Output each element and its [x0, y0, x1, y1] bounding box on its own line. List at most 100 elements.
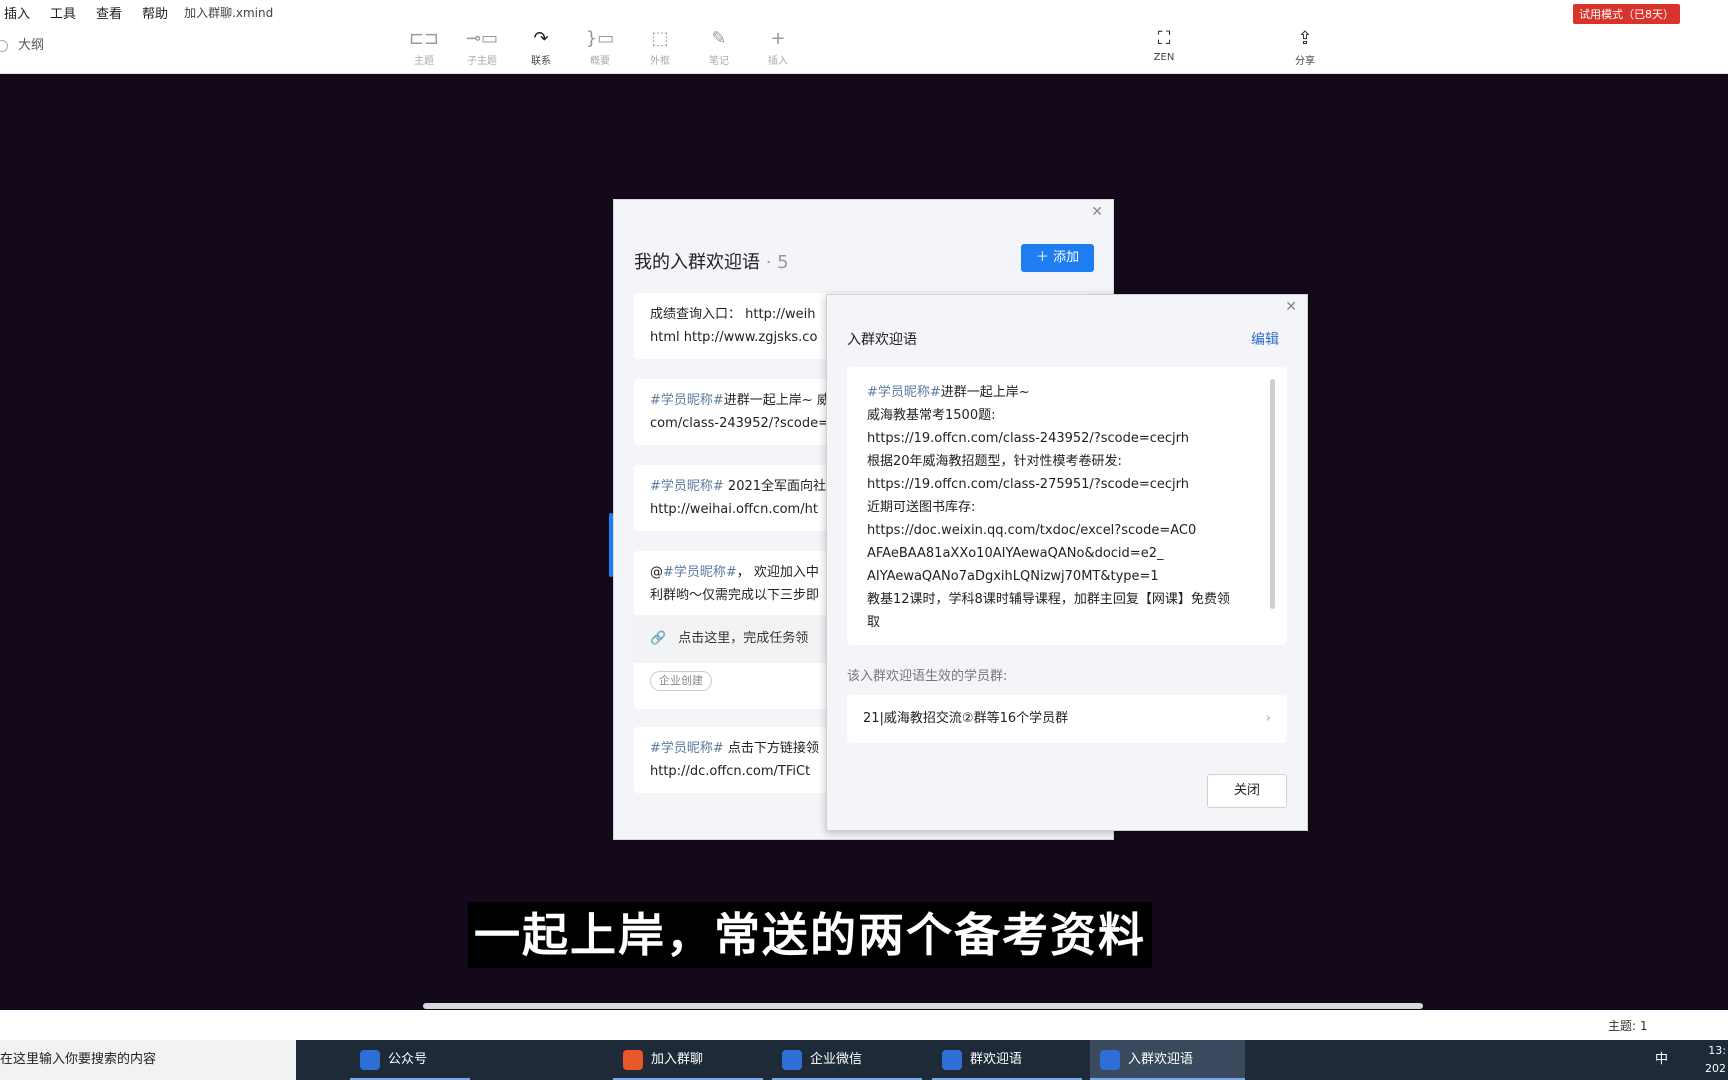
clock-time: 13: — [1708, 1044, 1726, 1057]
insert-button[interactable]: + 插入 — [754, 26, 802, 72]
share-icon: ⇪ — [1297, 28, 1313, 49]
taskbar-search[interactable]: 在这里输入你要搜索的内容 — [0, 1040, 296, 1080]
outline-label: 大纲 — [18, 38, 45, 53]
zen-label: ZEN — [1153, 52, 1175, 63]
share-button[interactable]: ⇪ 分享 — [1281, 26, 1329, 72]
menu-insert[interactable]: 插入 — [4, 3, 30, 22]
menu-tools[interactable]: 工具 — [50, 3, 76, 22]
video-subtitle: 一起上岸，常送的两个备考资料 — [468, 902, 1152, 968]
close-button[interactable]: 关闭 — [1207, 774, 1287, 808]
mention-prefix: @ — [650, 565, 663, 580]
task-join-group[interactable]: 加入群聊 — [613, 1040, 763, 1080]
add-button-label: 添加 — [1053, 250, 1080, 265]
content-line: https://19.offcn.com/class-243952/?scode… — [867, 431, 1189, 446]
task-label: 企业微信 — [810, 1052, 863, 1067]
content-line: #学员昵称#进群一起上岸~ — [867, 381, 1247, 404]
wecom-icon — [1100, 1050, 1120, 1070]
task-welcome-detail[interactable]: 入群欢迎语 — [1090, 1040, 1245, 1080]
content-line: 取 — [867, 615, 881, 630]
topic-label: 主题 — [414, 56, 434, 67]
note-label: 笔记 — [709, 56, 729, 67]
summary-label: 概要 — [590, 56, 610, 67]
file-name: 加入群聊.xmind — [184, 5, 274, 20]
share-label: 分享 — [1295, 56, 1315, 67]
summary-button[interactable]: }▭ 概要 — [576, 26, 624, 72]
task-label: 公众号 — [388, 1052, 428, 1067]
topic-button[interactable]: ⊏⊐ 主题 — [400, 26, 448, 72]
task-label: 入群欢迎语 — [1128, 1052, 1194, 1067]
add-button[interactable]: ＋ 添加 — [1021, 244, 1094, 272]
chevron-right-icon: › — [1265, 711, 1271, 726]
system-tray[interactable]: 中 — [1655, 1040, 1668, 1080]
trial-badge[interactable]: 试用模式（已8天） — [1573, 4, 1680, 24]
groups-value: 21|威海教招交流②群等16个学员群 — [863, 711, 1069, 726]
close-icon[interactable]: ✕ — [1091, 204, 1103, 220]
relationship-label: 联系 — [531, 56, 551, 67]
content-line: 根据20年威海教招题型，针对性模考卷研发: — [867, 454, 1122, 469]
message-text: ， 欢迎加入中 — [736, 565, 819, 580]
clock-date: 202 — [1705, 1062, 1726, 1075]
nickname-tag: #学员昵称# — [650, 479, 724, 494]
taskbar: 在这里输入你要搜索的内容 公众号 加入群聊 企业微信 群欢迎语 入群欢迎语 中 … — [0, 1040, 1728, 1080]
nickname-tag: #学员昵称# — [867, 385, 941, 400]
note-button[interactable]: ✎ 笔记 — [695, 26, 743, 72]
summary-icon: }▭ — [585, 28, 615, 49]
relationship-icon: ↷ — [533, 28, 549, 49]
boundary-button[interactable]: ⬚ 外框 — [636, 26, 684, 72]
task-group-welcome[interactable]: 群欢迎语 — [932, 1040, 1082, 1080]
dialog-title-text: 我的入群欢迎语 — [634, 252, 760, 273]
groups-row[interactable]: 21|威海教招交流②群等16个学员群 › — [847, 695, 1287, 743]
welcome-detail-dialog: ✕ 入群欢迎语 编辑 #学员昵称#进群一起上岸~ 威海教基常考1500题: ht… — [826, 294, 1308, 831]
edit-link[interactable]: 编辑 — [1251, 329, 1279, 349]
task-wecom[interactable]: 企业微信 — [772, 1040, 922, 1080]
topic-count: 主题: 1 — [1608, 1019, 1648, 1033]
plus-icon: + — [770, 28, 786, 49]
outline-icon — [0, 39, 8, 52]
detail-title: 入群欢迎语 — [847, 332, 917, 348]
task-label: 群欢迎语 — [970, 1052, 1023, 1067]
welcome-content[interactable]: #学员昵称#进群一起上岸~ 威海教基常考1500题: https://19.of… — [847, 367, 1287, 645]
menu-view[interactable]: 查看 — [96, 3, 122, 22]
xmind-icon — [623, 1050, 643, 1070]
subtopic-icon: ⊸▭ — [465, 28, 499, 49]
content-line: 教基12课时，学科8课时辅导课程，加群主回复【网课】免费领 — [867, 592, 1230, 607]
content-line: AFAeBAA81aXXo10AIYAewaQANo&docid=e2_ — [867, 546, 1164, 561]
toolbar: 大纲 ⊏⊐ 主题 ⊸▭ 子主题 ↷ 联系 }▭ 概要 ⬚ 外框 ✎ 笔记 + 插… — [0, 24, 1728, 74]
nickname-tag: #学员昵称# — [650, 741, 724, 756]
close-icon[interactable]: ✕ — [1285, 299, 1297, 315]
subtopic-label: 子主题 — [467, 56, 497, 67]
fullscreen-icon: ⛶ — [1157, 28, 1171, 49]
clock[interactable]: 13: 202 — [1705, 1042, 1726, 1078]
content-line: 威海教基常考1500题: — [867, 408, 996, 423]
insert-label: 插入 — [768, 56, 788, 67]
nickname-tag: #学员昵称# — [650, 393, 724, 408]
canvas-scrollbar[interactable] — [423, 1003, 1423, 1009]
note-icon: ✎ — [711, 28, 727, 49]
wecom-icon — [942, 1050, 962, 1070]
link-text: 点击这里，完成任务领 — [678, 631, 809, 646]
link-icon: 🔗 — [650, 631, 667, 646]
message-text: 进群一起上岸~ 威 — [723, 393, 830, 408]
message-text: 点击下方链接领 — [723, 741, 819, 756]
boundary-label: 外框 — [650, 56, 670, 67]
content-text: 进群一起上岸~ — [940, 385, 1030, 400]
task-label: 加入群聊 — [651, 1052, 704, 1067]
subtopic-button[interactable]: ⊸▭ 子主题 — [458, 26, 506, 72]
groups-label: 该入群欢迎语生效的学员群: — [847, 669, 1008, 684]
content-line: AIYAewaQANo7aDgxihLQNizwj70MT&type=1 — [867, 569, 1159, 584]
message-text: 2021全军面向社 — [723, 479, 827, 494]
wecom-icon — [782, 1050, 802, 1070]
relationship-button[interactable]: ↷ 联系 — [517, 26, 565, 72]
creator-chip: 企业创建 — [650, 671, 712, 691]
menu-help[interactable]: 帮助 — [142, 3, 168, 22]
task-gongzhonghao[interactable]: 公众号 — [350, 1040, 470, 1080]
dialog-count: · 5 — [765, 252, 789, 273]
app-icon — [360, 1050, 380, 1070]
content-line: 近期可送图书库存: — [867, 500, 976, 515]
content-scrollbar[interactable] — [1270, 379, 1275, 609]
ime-indicator[interactable]: 中 — [1655, 1052, 1668, 1067]
status-bar: 主题: 1 — [0, 1010, 1728, 1040]
plus-icon: ＋ — [1035, 250, 1049, 265]
zen-button[interactable]: ⛶ ZEN — [1140, 26, 1188, 72]
outline-tab[interactable]: 大纲 — [0, 34, 44, 53]
